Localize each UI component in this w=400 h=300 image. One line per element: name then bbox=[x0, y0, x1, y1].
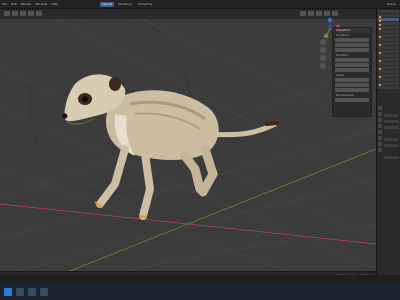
tab-sculpting[interactable]: Sculpting bbox=[136, 2, 154, 7]
property-field[interactable] bbox=[384, 126, 399, 129]
3d-viewport[interactable]: Transform Location Rotation Scale Dimens… bbox=[0, 9, 376, 275]
location-z-field[interactable] bbox=[335, 48, 369, 52]
status-bar bbox=[0, 275, 400, 283]
world-tab-icon[interactable] bbox=[378, 130, 382, 134]
menu-edit[interactable]: Edit bbox=[11, 2, 17, 6]
rotation-z-field[interactable] bbox=[335, 68, 369, 72]
main-menu: File Edit Render Window Help bbox=[2, 2, 58, 6]
material-tab-icon[interactable] bbox=[378, 148, 382, 152]
property-field[interactable] bbox=[384, 120, 399, 123]
outliner-row[interactable] bbox=[378, 10, 399, 13]
output-tab-icon[interactable] bbox=[378, 118, 382, 122]
outliner-row[interactable] bbox=[378, 14, 399, 18]
sidebar-n-panel: Transform Location Rotation Scale Dimens… bbox=[332, 27, 372, 117]
blender-app-icon[interactable] bbox=[28, 287, 36, 296]
tool-tab-icon[interactable] bbox=[378, 106, 382, 110]
outliner-row[interactable] bbox=[378, 82, 399, 86]
property-field[interactable] bbox=[384, 156, 399, 159]
tab-layout[interactable]: Layout bbox=[100, 2, 115, 7]
rotation-y-field[interactable] bbox=[335, 63, 369, 67]
outliner-row[interactable] bbox=[378, 74, 399, 78]
pan-icon[interactable] bbox=[320, 47, 326, 53]
workspace-tabs: Layout Modeling Sculpting bbox=[100, 2, 154, 7]
select-menu[interactable] bbox=[28, 11, 34, 16]
outliner-row[interactable] bbox=[378, 78, 399, 81]
grid-icon[interactable] bbox=[320, 63, 326, 69]
scale-label: Scale bbox=[336, 73, 345, 77]
location-x-field[interactable] bbox=[335, 38, 369, 42]
editor-type-button[interactable] bbox=[4, 11, 10, 16]
menu-window[interactable]: Window bbox=[36, 2, 48, 6]
outliner-row[interactable] bbox=[378, 38, 399, 41]
property-field[interactable] bbox=[384, 114, 399, 117]
outliner-row[interactable] bbox=[378, 22, 399, 26]
rotation-x-field[interactable] bbox=[335, 58, 369, 62]
outliner-row[interactable] bbox=[378, 42, 399, 46]
overlay-button[interactable] bbox=[300, 11, 306, 16]
location-y-field[interactable] bbox=[335, 43, 369, 47]
menu-help[interactable]: Help bbox=[51, 2, 58, 6]
properties-editor[interactable] bbox=[376, 104, 400, 275]
outliner-row[interactable] bbox=[378, 46, 399, 49]
outliner-row[interactable] bbox=[378, 30, 399, 33]
shading-solid-button[interactable] bbox=[316, 11, 322, 16]
outliner-row[interactable] bbox=[378, 66, 399, 70]
outliner-row-selected[interactable] bbox=[378, 18, 399, 22]
view-navigation bbox=[320, 39, 326, 69]
scale-z-field[interactable] bbox=[335, 88, 369, 92]
scale-x-field[interactable] bbox=[335, 78, 369, 82]
add-menu[interactable] bbox=[36, 11, 42, 16]
outliner[interactable] bbox=[376, 9, 400, 104]
dimensions-field[interactable] bbox=[335, 98, 369, 102]
render-tab-icon[interactable] bbox=[378, 112, 382, 116]
shading-rendered-button[interactable] bbox=[332, 11, 338, 16]
menu-file[interactable]: File bbox=[2, 2, 7, 6]
mode-button[interactable] bbox=[12, 11, 18, 16]
scale-y-field[interactable] bbox=[335, 83, 369, 87]
rotation-label: Rotation bbox=[336, 53, 349, 57]
outliner-row[interactable] bbox=[378, 54, 399, 57]
folder-icon[interactable] bbox=[40, 287, 48, 296]
outliner-row[interactable] bbox=[378, 50, 399, 54]
location-label: Location bbox=[336, 33, 349, 37]
camera-icon[interactable] bbox=[320, 55, 326, 61]
top-bar: File Edit Render Window Help Layout Mode… bbox=[0, 0, 400, 9]
scene-selector[interactable]: Scene bbox=[387, 2, 396, 6]
menu-render[interactable]: Render bbox=[21, 2, 32, 6]
outliner-row[interactable] bbox=[378, 70, 399, 73]
search-icon[interactable] bbox=[16, 287, 24, 296]
dimensions-label: Dimensions bbox=[336, 93, 354, 97]
outliner-row[interactable] bbox=[378, 34, 399, 38]
view-menu[interactable] bbox=[20, 11, 26, 16]
meerkat-model[interactable] bbox=[55, 64, 285, 234]
outliner-row[interactable] bbox=[378, 86, 399, 89]
os-taskbar bbox=[0, 283, 400, 300]
outliner-row[interactable] bbox=[378, 26, 399, 30]
property-field[interactable] bbox=[384, 144, 399, 147]
object-tab-icon[interactable] bbox=[378, 136, 382, 140]
outliner-row[interactable] bbox=[378, 58, 399, 62]
outliner-row[interactable] bbox=[378, 62, 399, 65]
start-icon[interactable] bbox=[4, 287, 12, 296]
zoom-icon[interactable] bbox=[320, 39, 326, 45]
shading-material-button[interactable] bbox=[324, 11, 330, 16]
tab-modeling[interactable]: Modeling bbox=[116, 2, 134, 7]
modifier-tab-icon[interactable] bbox=[378, 142, 382, 146]
property-field[interactable] bbox=[384, 138, 399, 141]
scene-tab-icon[interactable] bbox=[378, 124, 382, 128]
xray-button[interactable] bbox=[308, 11, 314, 16]
